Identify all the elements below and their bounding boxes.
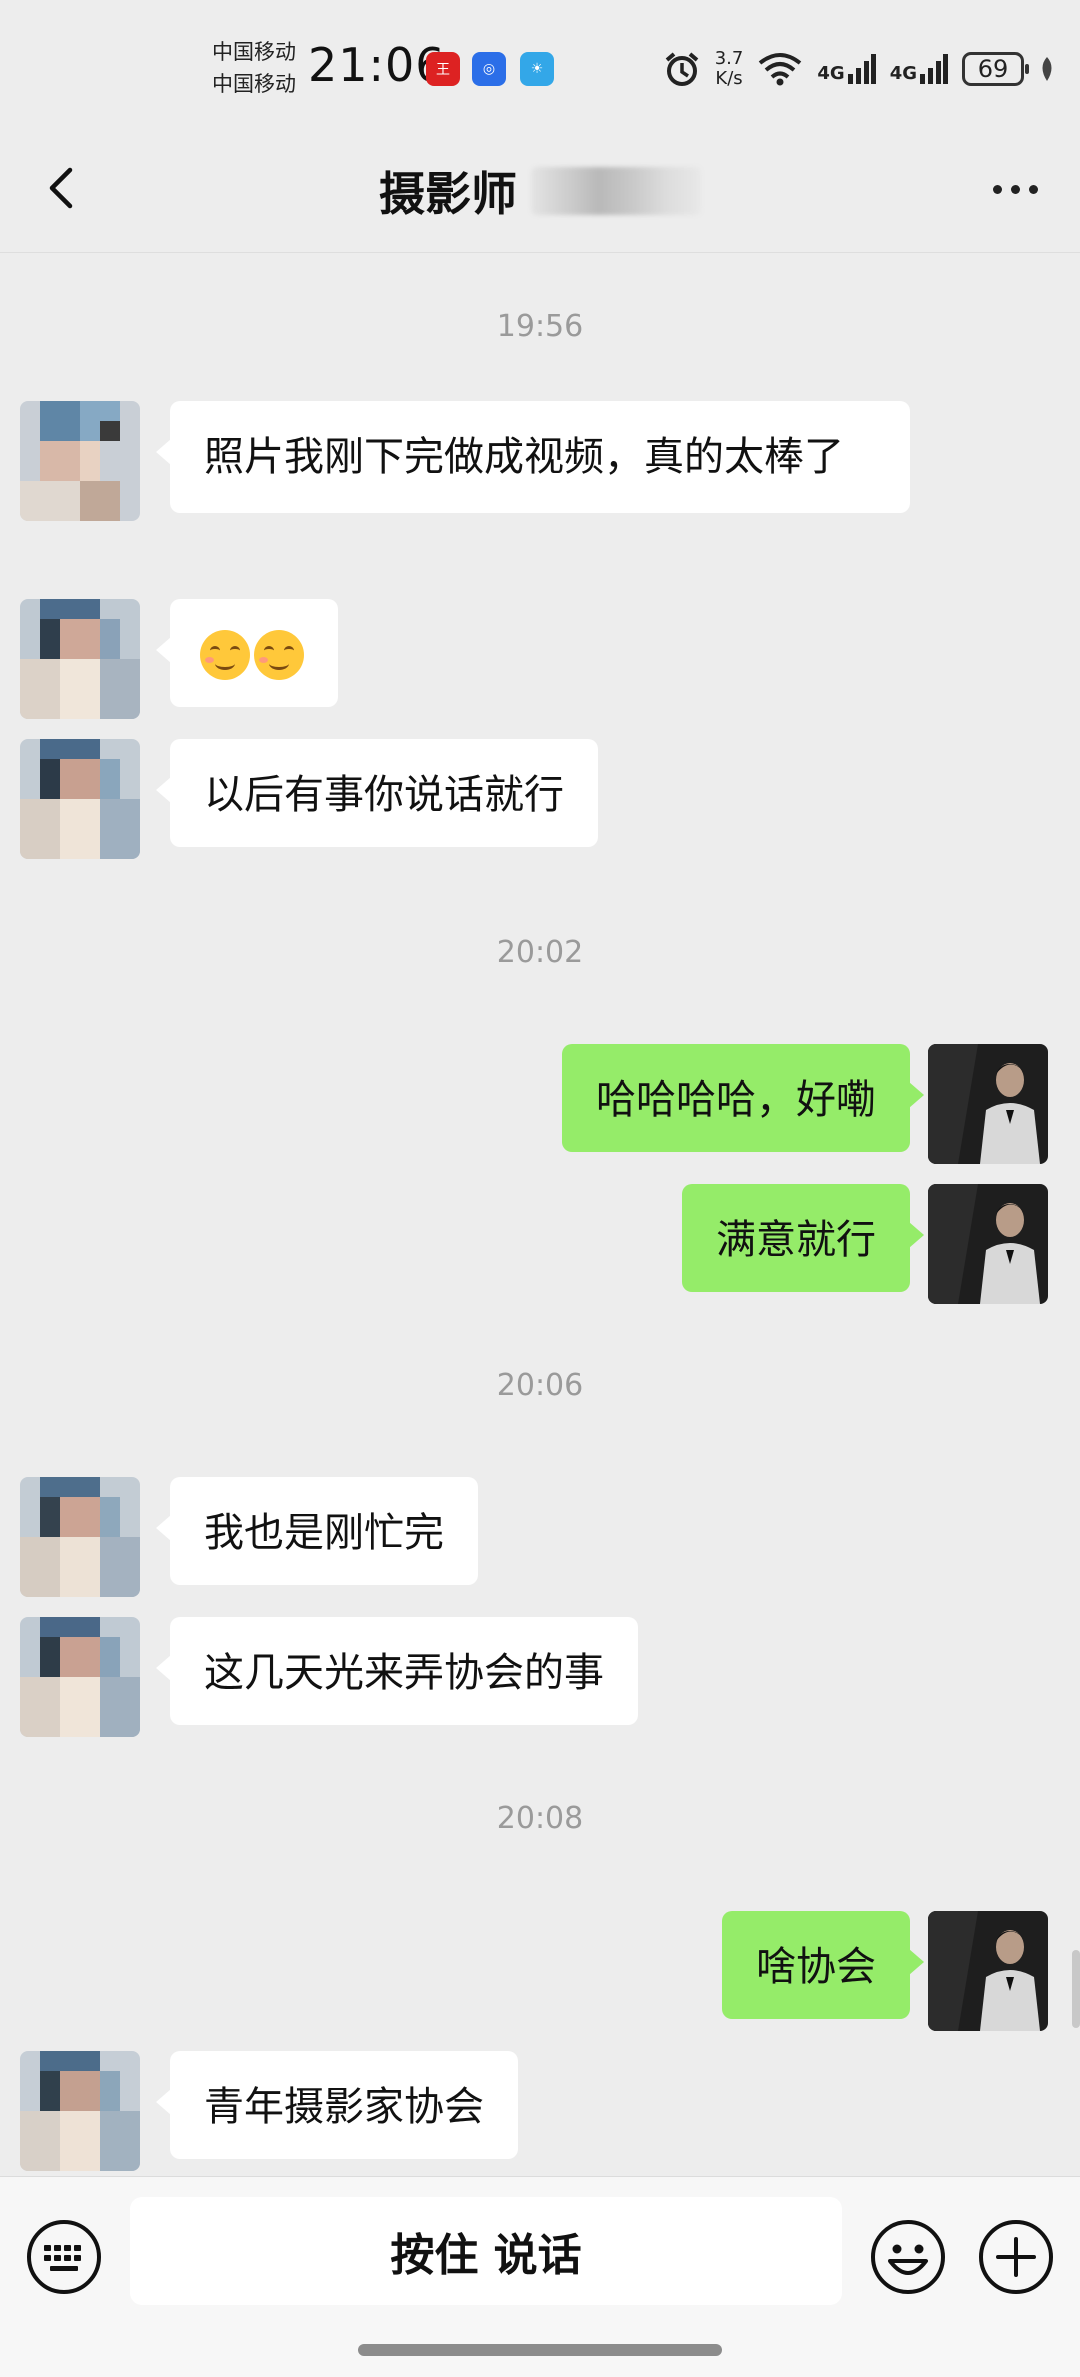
emoji-message-bubble[interactable] xyxy=(156,599,338,707)
status-bar: 中国移动 中国移动 21:06 王 ◎ ☀ 3.7 K/s 4G 4G 69 xyxy=(0,0,1080,130)
message-bubble[interactable]: 满意就行 xyxy=(682,1184,924,1292)
redacted-name xyxy=(531,167,701,215)
contact-avatar[interactable] xyxy=(20,401,140,521)
chat-title: 摄影师 xyxy=(0,158,1080,224)
keyboard-toggle-icon[interactable] xyxy=(24,2217,104,2297)
more-options-icon[interactable] xyxy=(980,164,1050,214)
app-notification-icon: ◎ xyxy=(472,52,506,86)
contact-avatar[interactable] xyxy=(20,599,140,719)
hold-to-talk-button[interactable]: 按住 说话 xyxy=(130,2197,842,2305)
app-notification-icon: 王 xyxy=(426,52,460,86)
timestamp: 20:06 xyxy=(496,1368,584,1403)
contact-avatar[interactable] xyxy=(20,2051,140,2171)
contact-name: 摄影师 xyxy=(379,167,517,221)
contact-avatar[interactable] xyxy=(20,1617,140,1737)
message-bubble[interactable]: 照片我刚下完做成视频，真的太棒了 xyxy=(156,401,910,513)
home-indicator[interactable] xyxy=(358,2344,722,2356)
weather-notification-icon: ☀ xyxy=(520,52,554,86)
signal-bars-icon xyxy=(847,54,876,84)
message-bubble[interactable]: 我也是刚忙完 xyxy=(156,1477,478,1585)
message-bubble[interactable]: 以后有事你说话就行 xyxy=(156,739,598,847)
message-bubble[interactable]: 啥协会 xyxy=(722,1911,924,2019)
message-bubble[interactable]: 青年摄影家协会 xyxy=(156,2051,518,2159)
cell-signal-1: 4G xyxy=(817,54,876,84)
contact-avatar[interactable] xyxy=(20,1477,140,1597)
alarm-icon xyxy=(665,52,699,86)
contact-avatar[interactable] xyxy=(20,739,140,859)
status-indicators: 3.7 K/s 4G 4G 69 xyxy=(663,44,1056,94)
wifi-icon xyxy=(759,53,802,86)
message-bubble[interactable]: 这几天光来弄协会的事 xyxy=(156,1617,638,1725)
my-avatar[interactable] xyxy=(928,1911,1048,2031)
smiling-face-icon xyxy=(200,630,250,680)
battery-indicator: 69 xyxy=(962,52,1029,86)
message-bubble[interactable]: 哈哈哈哈，好嘞 xyxy=(562,1044,924,1152)
emoji-icon[interactable] xyxy=(868,2217,948,2297)
status-time: 21:06 xyxy=(308,38,446,92)
plus-icon[interactable] xyxy=(976,2217,1056,2297)
signal-bars-icon xyxy=(920,54,948,84)
timestamp: 19:56 xyxy=(496,309,584,344)
scrollbar-thumb[interactable] xyxy=(1072,1950,1080,2028)
my-avatar[interactable] xyxy=(928,1044,1048,1164)
leaf-icon xyxy=(1042,57,1052,81)
timestamp: 20:08 xyxy=(496,1801,584,1836)
carrier-2: 中国移动 xyxy=(212,72,296,96)
chat-header: 摄影师 xyxy=(0,130,1080,253)
net-speed: 3.7 K/s xyxy=(714,48,744,89)
chat-messages[interactable]: 19:56 照片我刚下完做成视频，真的太棒了 以后有事你说话就行 20:02 哈… xyxy=(0,253,1080,2176)
my-avatar[interactable] xyxy=(928,1184,1048,1304)
carrier-labels: 中国移动 中国移动 xyxy=(212,36,304,100)
timestamp: 20:02 xyxy=(496,935,584,970)
smiling-face-icon xyxy=(254,630,304,680)
carrier-1: 中国移动 xyxy=(212,40,296,64)
cell-signal-2: 4G xyxy=(890,54,948,84)
